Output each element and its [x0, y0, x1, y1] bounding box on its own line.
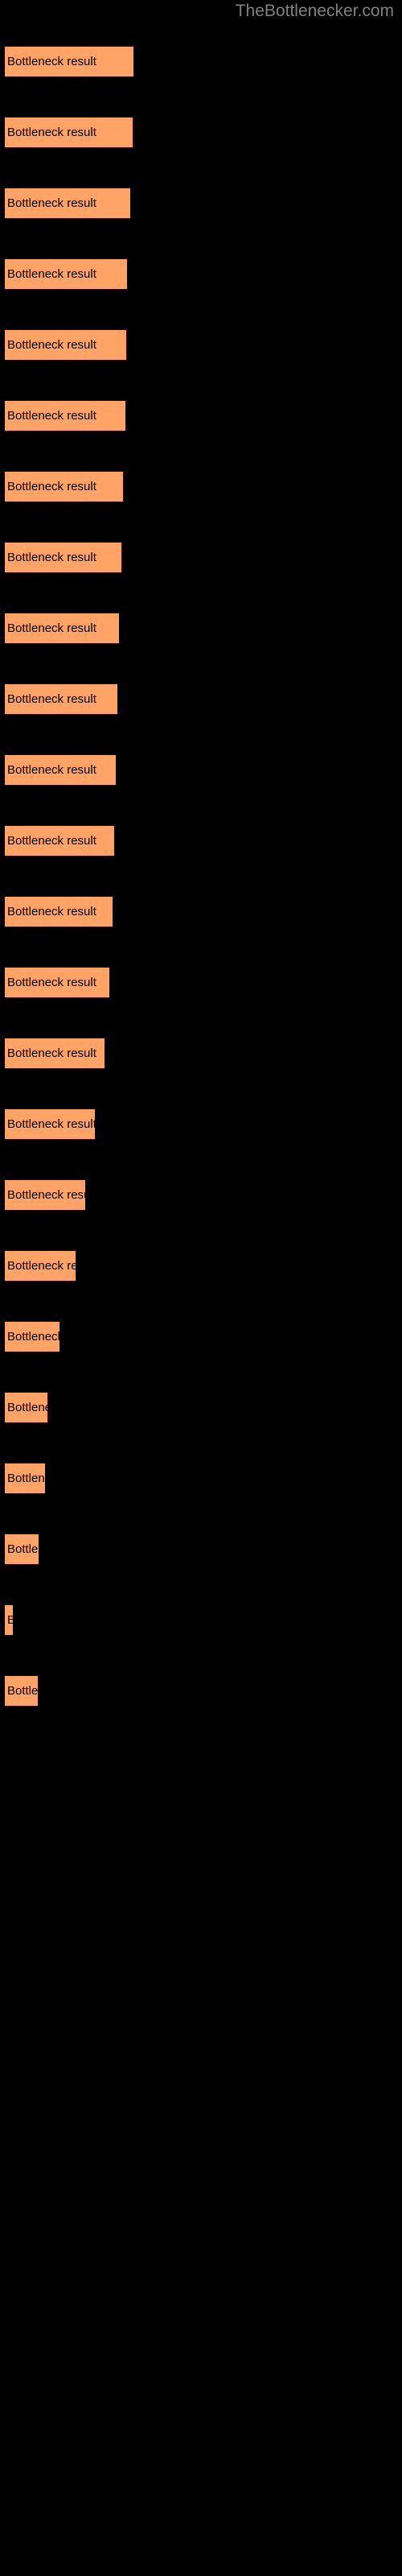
bar[interactable]: Bottleneck result [5, 1463, 45, 1493]
bar-label: Bottleneck result [7, 480, 96, 493]
bar-label: Bottleneck result [7, 1117, 95, 1131]
bar[interactable]: Bottleneck result [5, 542, 121, 572]
bar-label: Bottleneck result [7, 1472, 45, 1485]
bar-label: Bottleneck result [7, 692, 96, 706]
bar[interactable]: Bottleneck result [5, 1108, 95, 1139]
bar[interactable]: Bottleneck result [5, 258, 127, 289]
bar[interactable]: Bottleneck result [5, 400, 125, 431]
bar-label: Bottleneck result [7, 126, 96, 139]
bar-label: Bottleneck result [7, 196, 96, 210]
bar[interactable]: Bottleneck result [5, 896, 113, 927]
bar-label: Bottleneck result [7, 1259, 76, 1273]
bar-label: Bottleneck result [7, 338, 96, 352]
bar-label: Bottleneck result [7, 1046, 96, 1060]
bar-label: Bottleneck result [7, 905, 96, 919]
bar[interactable]: Bottleneck result [5, 1038, 105, 1068]
bar-label: Bottleneck result [7, 1605, 13, 1635]
bar-label: Bottleneck result [7, 409, 96, 423]
bar-label: Bottleneck result [7, 551, 96, 564]
bar[interactable]: Bottleneck result [5, 329, 126, 360]
bottleneck-chart: TheBottlenecker.com Bottleneck result Bot… [0, 0, 402, 2576]
bar[interactable]: Bottleneck result [5, 754, 116, 785]
bar[interactable]: Bottleneck result [5, 1321, 59, 1352]
bar[interactable]: Bottleneck result [5, 825, 114, 856]
bar-label: Bottleneck result [7, 55, 96, 68]
bar[interactable]: Bottleneck result [5, 1675, 38, 1706]
bar-label: Bottleneck result [7, 976, 96, 989]
bar[interactable]: Bottleneck result [5, 117, 133, 147]
bar-label: Bottleneck result [7, 1401, 47, 1414]
bar[interactable]: Bottleneck result [5, 683, 117, 714]
bar[interactable]: Bottleneck result [5, 1534, 39, 1564]
bar-label: Bottleneck result [7, 1684, 38, 1698]
bar[interactable]: Bottleneck result [5, 1604, 13, 1635]
bar-label: Bottleneck result [7, 834, 96, 848]
bar[interactable]: Bottleneck result [5, 1179, 85, 1210]
bar-label: Bottleneck result [7, 763, 96, 777]
bar[interactable]: Bottleneck result [5, 1250, 76, 1281]
bar[interactable]: Bottleneck result [5, 471, 123, 502]
bar-label: Bottleneck result [7, 1542, 39, 1556]
bar-series: Bottleneck result Bottleneck result Bottle… [0, 0, 402, 2576]
bar-label: Bottleneck result [7, 267, 96, 281]
bar[interactable]: Bottleneck result [5, 1392, 47, 1422]
bar[interactable]: Bottleneck result [5, 46, 133, 76]
bar[interactable]: Bottleneck result [5, 967, 109, 997]
bar[interactable]: Bottleneck result [5, 188, 130, 218]
bar[interactable]: Bottleneck result [5, 613, 119, 643]
bar-label: Bottleneck result [7, 1188, 85, 1202]
bar-label: Bottleneck result [7, 621, 96, 635]
bar-label: Bottleneck result [7, 1330, 59, 1344]
